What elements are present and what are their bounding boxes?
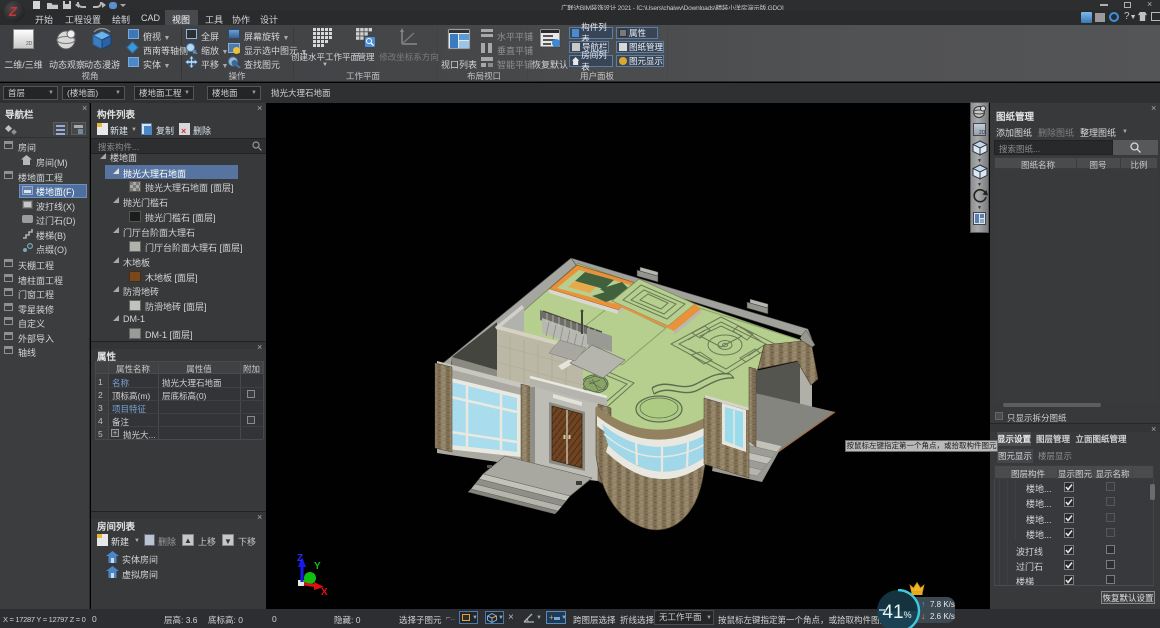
svg-text:Y: Y	[314, 561, 321, 572]
svg-text:Z: Z	[297, 553, 303, 564]
svg-text:X: X	[321, 587, 328, 597]
